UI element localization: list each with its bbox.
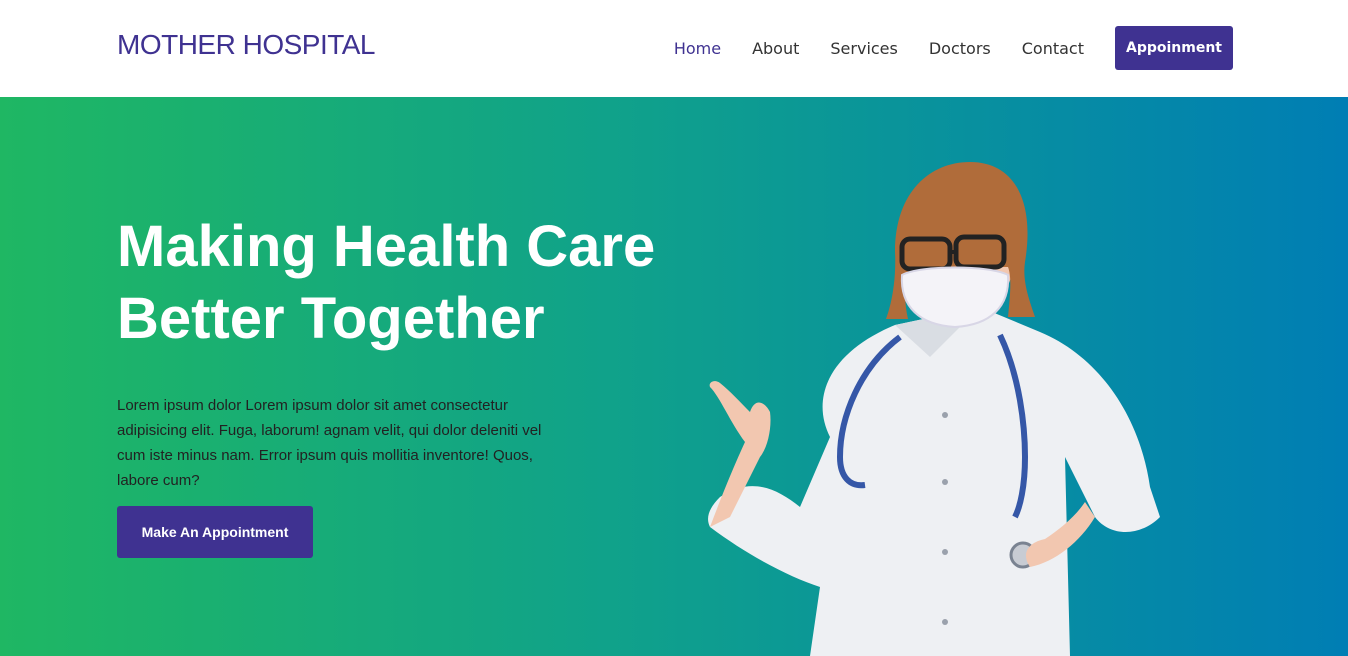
hero-headline-line-1: Making Health Care bbox=[117, 214, 656, 279]
hero-headline: Making Health Care Better Together bbox=[117, 211, 655, 355]
main-nav: Home About Services Doctors Contact Appo… bbox=[674, 26, 1233, 70]
nav-services[interactable]: Services bbox=[830, 39, 897, 58]
nav-doctors[interactable]: Doctors bbox=[929, 39, 991, 58]
hero-section: Making Health Care Better Together Lorem… bbox=[0, 97, 1348, 656]
nav-contact[interactable]: Contact bbox=[1022, 39, 1084, 58]
doctor-illustration bbox=[708, 162, 1160, 656]
hero-description: Lorem ipsum dolor Lorem ipsum dolor sit … bbox=[117, 397, 542, 489]
nav-home[interactable]: Home bbox=[674, 39, 721, 58]
brand-logo[interactable]: MOTHER HOSPITAL bbox=[117, 29, 376, 61]
nav-about[interactable]: About bbox=[752, 39, 799, 58]
appointment-nav-button[interactable]: Appoinment bbox=[1115, 26, 1233, 70]
navbar: MOTHER HOSPITAL Home About Services Doct… bbox=[0, 0, 1348, 97]
hero-headline-line-2: Better Together bbox=[117, 286, 545, 351]
make-appointment-button[interactable]: Make An Appointment bbox=[117, 506, 313, 558]
